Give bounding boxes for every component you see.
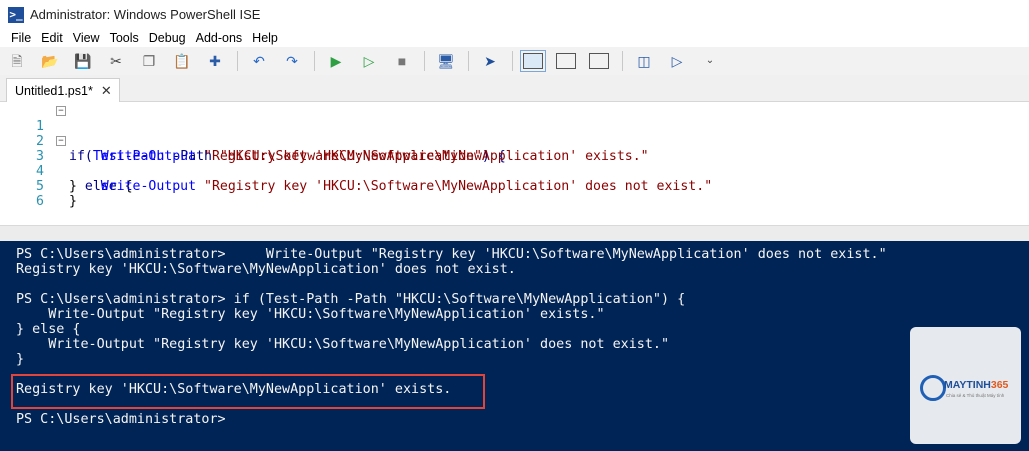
watermark-brand: MAYTINH365 xyxy=(944,379,1009,391)
fold-collapse-icon[interactable]: − xyxy=(56,136,66,146)
paste-icon[interactable]: 📋 xyxy=(171,50,193,72)
editor-line: 1 − if(Test-Path -Path "HKCU:\Software\M… xyxy=(0,104,1029,164)
powershell-ise-icon: >_ xyxy=(8,6,24,23)
fold-collapse-icon[interactable]: − xyxy=(56,106,66,116)
show-script-top-icon[interactable] xyxy=(520,50,546,72)
save-icon[interactable]: 💾 xyxy=(72,50,94,72)
menu-view[interactable]: View xyxy=(68,31,105,45)
remote-powershell-icon[interactable]: 🖥 xyxy=(435,50,457,72)
console-line: PS C:\Users\administrator> Write-Output … xyxy=(16,247,887,262)
copy-icon[interactable]: ❐ xyxy=(138,50,160,72)
editor-line: 2 Write-Output "Registry key 'HKCU:\Soft… xyxy=(0,119,1029,164)
menu-edit[interactable]: Edit xyxy=(36,31,68,45)
console-line: } else { xyxy=(16,322,81,337)
pane-splitter[interactable] xyxy=(0,225,1029,241)
console-pane[interactable]: PS C:\Users\administrator> Write-Output … xyxy=(0,241,1029,451)
code-text: } xyxy=(69,194,77,209)
clear-icon[interactable]: ✚ xyxy=(204,50,226,72)
menu-help[interactable]: Help xyxy=(247,31,283,45)
highlight-annotation-box xyxy=(11,374,485,409)
toolbar-overflow-icon[interactable]: ⌄ xyxy=(699,50,721,72)
new-file-icon[interactable]: 🗎 xyxy=(6,50,28,72)
close-icon[interactable]: ✕ xyxy=(101,83,112,99)
console-line: PS C:\Users\administrator> if (Test-Path… xyxy=(16,292,686,307)
show-script-maximized-icon[interactable] xyxy=(589,53,609,69)
menu-debug[interactable]: Debug xyxy=(144,31,191,45)
editor-line: 6 xyxy=(0,179,1029,209)
open-folder-icon[interactable]: 📂 xyxy=(39,50,61,72)
toolbar-separator xyxy=(622,51,623,71)
menu-bar: File Edit View Tools Debug Add-ons Help xyxy=(0,29,1029,47)
toolbar-separator xyxy=(424,51,425,71)
watermark-logo: MAYTINH365 Chia sẻ & Thủ thuật Máy tính xyxy=(910,327,1021,444)
editor-line: 3 − } else { xyxy=(0,134,1029,194)
console-line: Write-Output "Registry key 'HKCU:\Softwa… xyxy=(16,337,670,352)
console-prompt: PS C:\Users\administrator> xyxy=(16,412,226,427)
toolbar: 🗎 📂 💾 ✂ ❐ 📋 ✚ ↶ ↷ ▶ ▷ ■ 🖥 ➤ ◫ ▷ ⌄ xyxy=(0,47,1029,75)
command-addon-icon[interactable]: ◫ xyxy=(633,50,655,72)
tab-untitled1[interactable]: Untitled1.ps1* ✕ xyxy=(6,78,120,103)
line-number: 6 xyxy=(36,194,44,209)
script-editor[interactable]: 1 − if(Test-Path -Path "HKCU:\Software\M… xyxy=(0,102,1029,225)
run-icon[interactable]: ▶ xyxy=(325,50,347,72)
menu-tools[interactable]: Tools xyxy=(105,31,144,45)
toolbar-separator xyxy=(314,51,315,71)
window-title: Administrator: Windows PowerShell ISE xyxy=(30,7,261,22)
toolbar-separator xyxy=(237,51,238,71)
editor-line: 4 Write-Output "Registry key 'HKCU:\Soft… xyxy=(0,149,1029,194)
title-bar: >_ Administrator: Windows PowerShell ISE xyxy=(0,0,1029,29)
console-line: Write-Output "Registry key 'HKCU:\Softwa… xyxy=(16,307,605,322)
menu-addons[interactable]: Add-ons xyxy=(191,31,248,45)
toolbar-separator xyxy=(512,51,513,71)
console-line: Registry key 'HKCU:\Software\MyNewApplic… xyxy=(16,262,516,277)
redo-icon[interactable]: ↷ xyxy=(281,50,303,72)
watermark-tagline: Chia sẻ & Thủ thuật Máy tính xyxy=(946,393,1005,398)
tab-label: Untitled1.ps1* xyxy=(15,84,93,98)
run-selection-icon[interactable]: ▷ xyxy=(358,50,380,72)
console-line: } xyxy=(16,352,25,367)
menu-file[interactable]: File xyxy=(6,31,36,45)
start-powershell-icon[interactable]: ➤ xyxy=(479,50,501,72)
show-script-right-icon[interactable] xyxy=(556,53,576,69)
undo-icon[interactable]: ↶ xyxy=(248,50,270,72)
show-command-window-icon[interactable]: ▷ xyxy=(666,50,688,72)
stop-icon[interactable]: ■ xyxy=(391,50,413,72)
maytinh365-logo-icon xyxy=(920,375,946,401)
editor-line: 5 } xyxy=(0,164,1029,209)
toolbar-separator xyxy=(468,51,469,71)
cut-icon[interactable]: ✂ xyxy=(105,50,127,72)
script-tab-strip: Untitled1.ps1* ✕ xyxy=(0,75,1029,103)
